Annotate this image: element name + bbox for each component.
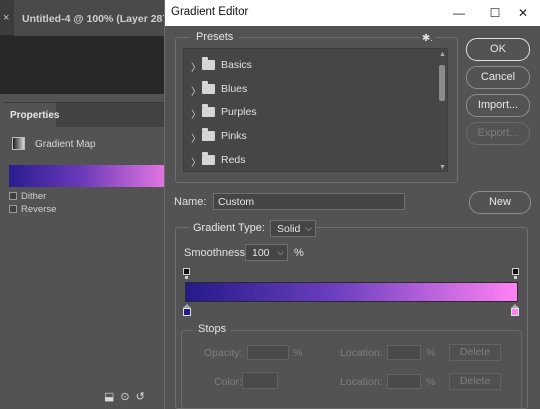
document-tab-title: Untitled-4 @ 100% (Layer 287, RG xyxy=(22,13,174,25)
clip-icon[interactable]: ⬓ xyxy=(104,391,120,403)
color-location-unit: % xyxy=(426,376,436,388)
opacity-location-label: Location: xyxy=(340,347,383,359)
presets-list[interactable]: 〉 Basics 〉 Blues 〉 Purples 〉 Pinks 〉 Red… xyxy=(183,48,448,172)
preset-folder-label: Pinks xyxy=(221,130,247,142)
preset-folder-pinks[interactable]: 〉 Pinks xyxy=(184,124,439,148)
folder-icon xyxy=(202,57,215,70)
reverse-label: Reverse xyxy=(21,204,57,215)
minimize-icon[interactable]: — xyxy=(447,4,471,22)
checkbox-box[interactable] xyxy=(9,205,17,213)
document-tab[interactable]: Untitled-4 @ 100% (Layer 287, RG xyxy=(14,0,174,36)
color-swatch[interactable] xyxy=(242,372,278,389)
chevron-down-icon: ⌵ xyxy=(305,223,312,233)
color-label: Color: xyxy=(214,376,243,388)
opacity-stop-left[interactable] xyxy=(183,268,190,279)
dialog-title: Gradient Editor xyxy=(171,6,249,18)
dither-checkbox[interactable]: Dither xyxy=(9,191,129,203)
scroll-up-icon[interactable]: ▲ xyxy=(439,51,446,58)
preset-folder-label: Purples xyxy=(221,106,257,118)
cancel-button[interactable]: Cancel xyxy=(466,66,530,89)
properties-header: Properties xyxy=(4,103,164,127)
properties-panel: Properties Gradient Map Dither Reverse ⬓… xyxy=(4,102,169,409)
tab-properties[interactable]: Properties xyxy=(4,103,60,127)
opacity-label: Opacity: xyxy=(204,347,243,359)
presets-scrollbar[interactable]: ▲ ▼ xyxy=(437,49,447,171)
stops-label: Stops xyxy=(193,323,232,335)
reverse-checkbox[interactable]: Reverse xyxy=(9,204,129,216)
preset-folder-blues[interactable]: 〉 Blues xyxy=(184,77,439,101)
chevron-right-icon[interactable]: 〉 xyxy=(191,83,201,98)
chevron-right-icon[interactable]: 〉 xyxy=(191,106,201,121)
color-stop-right[interactable] xyxy=(511,308,519,316)
dither-label: Dither xyxy=(21,191,47,202)
ok-button[interactable]: OK xyxy=(466,38,530,61)
gradient-bar[interactable] xyxy=(185,282,518,302)
folder-icon xyxy=(202,104,215,117)
gradient-editor-dialog: Gradient Editor — ☐ ✕ Presets ✱. 〉 Basic… xyxy=(164,0,540,409)
opacity-location-unit: % xyxy=(426,347,436,359)
adjustment-label: Gradient Map xyxy=(35,139,96,150)
preset-folder-label: Blues xyxy=(221,83,248,95)
smoothness-unit: % xyxy=(294,247,304,259)
folder-icon xyxy=(202,152,215,165)
new-button[interactable]: New xyxy=(469,191,531,214)
gradient-map-preview[interactable] xyxy=(9,165,169,187)
import-button[interactable]: Import... xyxy=(466,94,530,117)
name-input[interactable]: Custom xyxy=(213,193,405,210)
gradient-map-icon xyxy=(12,137,25,150)
gradient-type-select[interactable]: Solid ⌵ xyxy=(270,220,316,237)
opacity-stop-right[interactable] xyxy=(512,268,519,279)
opacity-delete-button[interactable]: Delete xyxy=(449,344,501,361)
chevron-down-icon[interactable]: ⌵ xyxy=(277,247,284,258)
scrollbar-thumb[interactable] xyxy=(439,65,445,101)
folder-icon xyxy=(202,128,215,141)
close-icon[interactable]: ✕ xyxy=(511,4,535,22)
stops-group xyxy=(181,330,522,409)
color-location-input[interactable] xyxy=(387,374,421,389)
preset-folder-label: Basics xyxy=(221,59,252,71)
canvas-area xyxy=(0,36,170,94)
gradient-type-label: Gradient Type: xyxy=(189,222,269,234)
chevron-right-icon[interactable]: 〉 xyxy=(191,59,201,74)
scroll-down-icon[interactable]: ▼ xyxy=(439,164,446,171)
gradient-type-value: Solid xyxy=(277,223,301,235)
maximize-icon[interactable]: ☐ xyxy=(483,4,507,22)
color-location-label: Location: xyxy=(340,376,383,388)
chevron-right-icon[interactable]: 〉 xyxy=(191,154,201,169)
name-label: Name: xyxy=(174,196,207,208)
reset-icon[interactable]: ↺ xyxy=(136,391,151,403)
opacity-input[interactable] xyxy=(247,345,289,360)
checkbox-box[interactable] xyxy=(9,192,17,200)
properties-tab-label: Properties xyxy=(10,110,60,121)
smoothness-label: Smoothness: xyxy=(184,247,249,259)
folder-icon xyxy=(202,81,215,94)
properties-footer: ⬓⊙↺ xyxy=(104,390,168,404)
color-delete-button[interactable]: Delete xyxy=(449,373,501,390)
gear-icon[interactable]: ✱. xyxy=(419,33,435,44)
preset-folder-purples[interactable]: 〉 Purples xyxy=(184,100,439,124)
presets-group: Presets ✱. 〉 Basics 〉 Blues 〉 Purples 〉 … xyxy=(175,31,458,183)
presets-label: Presets xyxy=(190,31,240,43)
opacity-unit: % xyxy=(293,347,303,359)
chevron-right-icon[interactable]: 〉 xyxy=(191,130,201,145)
preset-folder-basics[interactable]: 〉 Basics xyxy=(184,53,439,77)
preset-folder-reds[interactable]: 〉 Reds xyxy=(184,148,439,171)
visibility-icon[interactable]: ⊙ xyxy=(120,391,135,403)
smoothness-value: 100 xyxy=(252,247,270,259)
preset-folder-label: Reds xyxy=(221,154,246,166)
color-stop-left[interactable] xyxy=(183,308,191,316)
smoothness-input[interactable]: 100 ⌵ xyxy=(245,244,288,261)
adjustment-row: Gradient Map xyxy=(12,137,162,153)
export-button[interactable]: Export... xyxy=(466,122,530,145)
opacity-location-input[interactable] xyxy=(387,345,421,360)
tab-close-icon[interactable]: × xyxy=(3,12,9,24)
title-bar[interactable]: Gradient Editor — ☐ ✕ xyxy=(165,0,540,26)
